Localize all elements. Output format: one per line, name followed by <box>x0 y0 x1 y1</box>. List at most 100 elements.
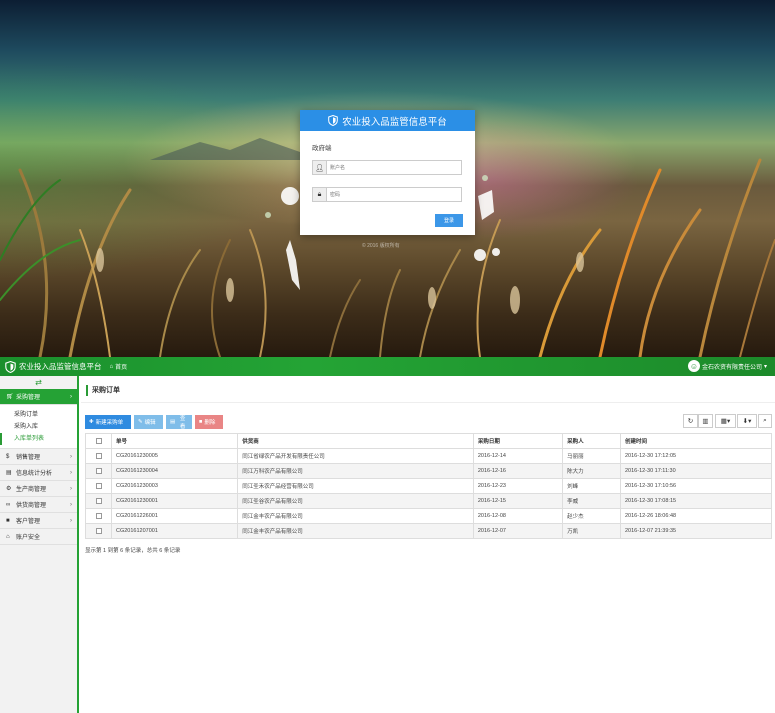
user-menu[interactable]: ☺ 金石农资有限责任公司 ▾ <box>687 360 767 372</box>
created-time-cell: 2016-12-07 21:39:35 <box>620 523 772 539</box>
title-divider <box>81 402 775 403</box>
columns-dropdown[interactable]: ▦ ▾ <box>715 414 736 428</box>
export-dropdown[interactable]: ⬇ ▾ <box>737 414 757 428</box>
refresh-button[interactable]: ↻ <box>683 414 698 428</box>
buyer-cell: 刘峰 <box>562 478 621 494</box>
order-number-cell: CG20161207001 <box>110 523 239 539</box>
toggle-view-button[interactable]: ▥ <box>698 414 713 428</box>
gear-icon: ⚙ <box>6 486 12 492</box>
lock-icon: 🔒︎ <box>313 188 327 201</box>
column-header[interactable]: 采购日期 <box>472 433 564 449</box>
row-checkbox[interactable] <box>85 463 112 479</box>
buyer-cell: 李威 <box>562 493 621 509</box>
sidebar-item-statistics[interactable]: ▤ 信息统计分析 › <box>0 465 77 481</box>
submenu-purchase-inbound[interactable]: 采购入库 <box>0 421 77 433</box>
sidebar-item-label: 账户安全 <box>16 535 41 541</box>
select-all-checkbox[interactable] <box>85 433 112 449</box>
edit-label: 编辑 <box>144 420 156 426</box>
submenu-purchase-orders[interactable]: 采购订单 <box>0 409 77 421</box>
chevron-right-icon: › <box>70 469 72 476</box>
trash-icon: ■ <box>199 419 203 425</box>
login-header: 农业投入品监管信息平台 <box>300 110 475 131</box>
view-label: 查看 <box>179 416 186 430</box>
chevron-right-icon: › <box>70 485 72 492</box>
pencil-icon: ✎ <box>138 419 143 425</box>
purchase-date-cell: 2016-12-07 <box>472 523 564 539</box>
purchase-date-cell: 2016-12-23 <box>472 478 564 494</box>
copyright-text: © 2016 版权所有 <box>362 243 400 249</box>
row-checkbox[interactable] <box>85 508 112 524</box>
purchase-date-cell: 2016-12-15 <box>472 493 564 509</box>
pagination-info: 显示第 1 到第 6 条记录，总共 6 条记录 <box>85 548 181 554</box>
view-button[interactable]: ▤ 查看 <box>166 415 192 430</box>
table-row[interactable]: CG20161230004 同江万科农产品有限公司 2016-12-16 陈大力… <box>85 463 772 479</box>
order-number-cell: CG20161230003 <box>110 478 239 494</box>
chevron-right-icon: › <box>70 393 72 400</box>
buyer-cell: 万凯 <box>562 523 621 539</box>
table-header-row: 单号 供货商 采购日期 采购人 创建时间 <box>85 433 772 449</box>
sidebar-item-manufacturers[interactable]: ⚙ 生产商管理 › <box>0 481 77 497</box>
main-content: 采购订单 ✚ 新建采购单 ✎ 编辑 ▤ 查看 ■ 删除 ↻ ▥ ▦ ▾ ⬇ ▾ … <box>81 376 775 713</box>
user-name: 金石农资有限责任公司 <box>701 364 762 371</box>
refresh-icon: ↻ <box>687 418 694 425</box>
supplier-cell: 同江万科农产品有限公司 <box>237 463 474 479</box>
password-field: 🔒︎ <box>312 187 462 202</box>
home-link[interactable]: ⌂ 首页 <box>110 362 128 372</box>
home-label: 首页 <box>115 365 128 371</box>
search-button[interactable]: ⌕ <box>758 414 772 428</box>
column-header[interactable]: 创建时间 <box>620 433 772 449</box>
shield-icon <box>328 115 339 126</box>
column-header[interactable]: 单号 <box>110 433 239 449</box>
row-checkbox[interactable] <box>85 448 112 464</box>
edit-button[interactable]: ✎ 编辑 <box>134 415 163 429</box>
chart-icon: ▤ <box>6 470 12 476</box>
column-header[interactable]: 供货商 <box>237 433 474 449</box>
row-checkbox[interactable] <box>85 478 112 494</box>
sidebar-item-account-security[interactable]: ⌂ 账户安全 <box>0 529 77 545</box>
purchase-submenu: 采购订单 采购入库 入库单列表 <box>0 405 77 449</box>
login-button[interactable]: 登录 <box>435 214 463 227</box>
order-number-cell: CG20161230005 <box>110 448 239 464</box>
sidebar-item-sales[interactable]: $ 销售管理 › <box>0 449 77 465</box>
table-row[interactable]: CG20161207001 同江金丰农产品有限公司 2016-12-07 万凯 … <box>85 523 772 539</box>
toggle-icon: ▥ <box>702 418 709 425</box>
delete-button[interactable]: ■ 删除 <box>195 415 223 429</box>
row-checkbox[interactable] <box>85 493 112 509</box>
dollar-icon: $ <box>6 453 10 460</box>
user-icon: 👤︎ <box>313 161 327 174</box>
column-header[interactable]: 采购人 <box>562 433 621 449</box>
app-brand[interactable]: 农业投入品监管信息平台 <box>5 360 102 373</box>
chevron-right-icon: › <box>70 501 72 508</box>
table-row[interactable]: CG20161230001 同江圣谷农产品有限公司 2016-12-15 李威 … <box>85 493 772 509</box>
created-time-cell: 2016-12-26 18:06:48 <box>620 508 772 524</box>
sidebar-collapse-icon[interactable]: ⇄ <box>0 376 77 389</box>
plus-icon: ✚ <box>89 419 94 425</box>
sidebar-item-customers[interactable]: ■ 客户管理 › <box>0 513 77 529</box>
new-purchase-button[interactable]: ✚ 新建采购单 <box>85 415 131 429</box>
home-icon: ⌂ <box>6 533 10 540</box>
submenu-inbound-list[interactable]: 入库单列表 <box>0 433 77 445</box>
table-row[interactable]: CG20161226001 同江金丰农产品有限公司 2016-12-08 赵少杰… <box>85 508 772 524</box>
order-number-cell: CG20161230004 <box>110 463 239 479</box>
username-input[interactable] <box>327 161 461 174</box>
purchase-date-cell: 2016-12-14 <box>472 448 564 464</box>
sidebar-item-suppliers[interactable]: ∞ 供货商管理 › <box>0 497 77 513</box>
table-row[interactable]: CG20161230005 同江省绿农产品开发有限责任公司 2016-12-14… <box>85 448 772 464</box>
table-row[interactable]: CG20161230003 同江圣禾农产品经营有限公司 2016-12-23 刘… <box>85 478 772 494</box>
password-input[interactable] <box>327 188 461 201</box>
sidebar-item-label: 信息统计分析 <box>16 471 53 477</box>
list-icon: ▤ <box>170 419 176 425</box>
supplier-cell: 同江圣谷农产品有限公司 <box>237 493 474 509</box>
sidebar-item-purchase[interactable]: 🛒︎ 采购管理 › <box>0 389 77 405</box>
caret-down-icon: ▾ <box>748 418 752 425</box>
created-time-cell: 2016-12-30 17:10:56 <box>620 478 772 494</box>
row-checkbox[interactable] <box>85 523 112 539</box>
new-purchase-label: 新建采购单 <box>95 420 124 426</box>
purchase-orders-table: 单号 供货商 采购日期 采购人 创建时间 CG20161230005 同江省绿农… <box>85 433 772 539</box>
user-icon: ■ <box>6 517 10 524</box>
supplier-cell: 同江圣禾农产品经营有限公司 <box>237 478 474 494</box>
sidebar-item-label: 供货商管理 <box>16 503 47 509</box>
login-title: 农业投入品监管信息平台 <box>342 116 447 128</box>
buyer-cell: 赵少杰 <box>562 508 621 524</box>
username-field: 👤︎ <box>312 160 462 175</box>
